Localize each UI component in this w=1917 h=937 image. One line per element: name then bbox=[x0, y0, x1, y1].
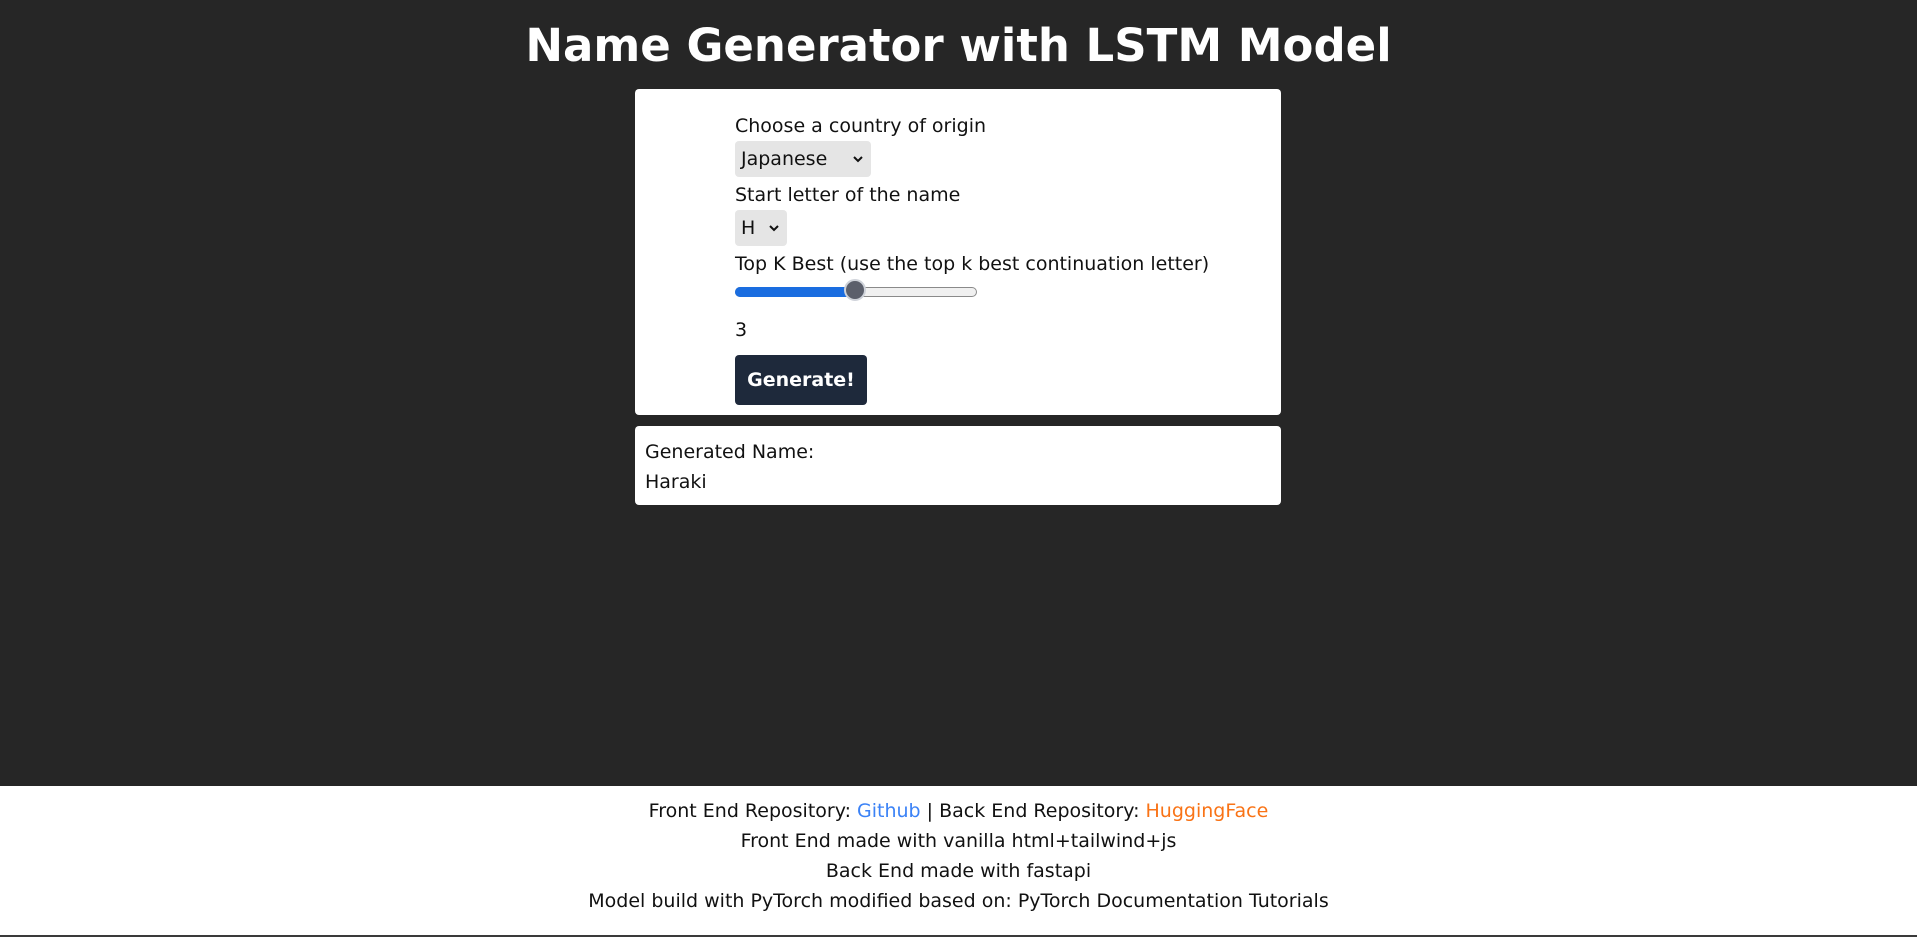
chevron-down-icon bbox=[853, 156, 863, 163]
github-link[interactable]: Github bbox=[857, 800, 921, 822]
footer-model-credit: Model build with PyTorch modified based … bbox=[588, 890, 1329, 912]
country-select-value: Japanese bbox=[741, 148, 828, 170]
topk-value: 3 bbox=[735, 319, 748, 341]
slider-thumb[interactable] bbox=[844, 279, 866, 301]
result-label: Generated Name: bbox=[645, 441, 815, 463]
letter-select-value: H bbox=[741, 217, 756, 239]
result-card: Generated Name: Haraki bbox=[635, 426, 1281, 505]
generator-form-card: Choose a country of origin Japanese Star… bbox=[635, 89, 1281, 415]
footer-separator: | bbox=[920, 800, 940, 822]
frontend-repo-label: Front End Repository: bbox=[648, 800, 858, 822]
letter-select[interactable]: H bbox=[735, 210, 787, 246]
country-label: Choose a country of origin bbox=[735, 115, 987, 137]
huggingface-link[interactable]: HuggingFace bbox=[1146, 800, 1269, 822]
letter-label: Start letter of the name bbox=[735, 184, 961, 206]
backend-repo-label: Back End Repository: bbox=[939, 800, 1146, 822]
generate-button[interactable]: Generate! bbox=[735, 355, 867, 405]
page-title: Name Generator with LSTM Model bbox=[525, 19, 1392, 72]
slider-fill bbox=[735, 287, 855, 297]
topk-label: Top K Best (use the top k best continuat… bbox=[735, 253, 1210, 275]
country-select[interactable]: Japanese bbox=[735, 141, 871, 177]
footer: Front End Repository: Github | Back End … bbox=[0, 786, 1917, 937]
topk-slider[interactable] bbox=[735, 277, 977, 305]
generator-form: Choose a country of origin Japanese Star… bbox=[735, 113, 1209, 405]
footer-repos-line: Front End Repository: Github | Back End … bbox=[0, 796, 1917, 826]
footer-backend-tech: Back End made with fastapi bbox=[825, 860, 1092, 882]
footer-frontend-tech: Front End made with vanilla html+tailwin… bbox=[740, 830, 1177, 852]
chevron-down-icon bbox=[769, 225, 779, 232]
generated-name: Haraki bbox=[645, 471, 707, 493]
